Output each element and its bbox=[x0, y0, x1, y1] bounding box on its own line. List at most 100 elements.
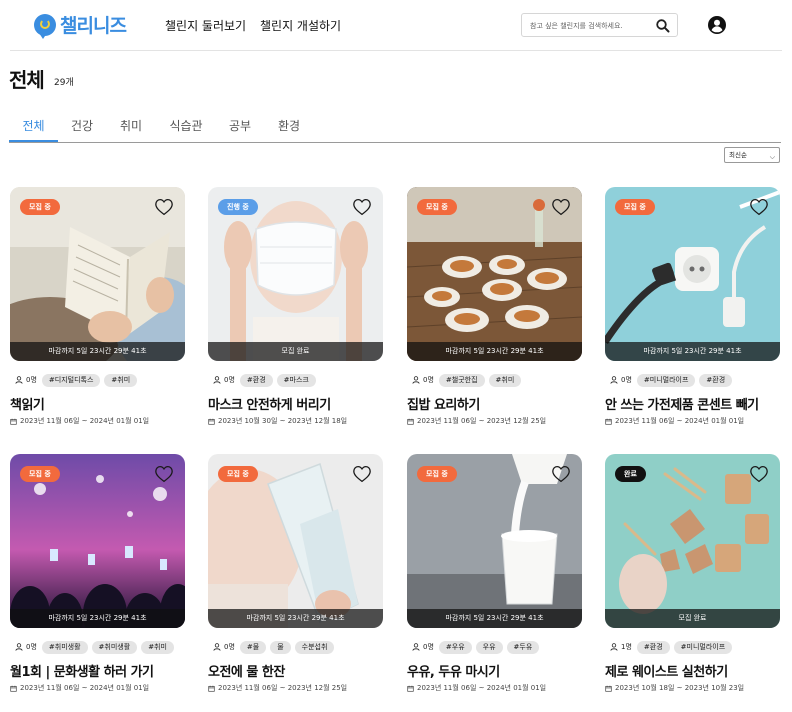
challenge-thumbnail[interactable]: 모집 중 마감까지 5일 23시간 29분 41초 bbox=[605, 187, 780, 361]
search-input[interactable] bbox=[530, 18, 648, 33]
status-badge: 모집 중 bbox=[20, 199, 60, 215]
challenge-period: 2023년 11월 06일 ~ 2024년 01월 01일 bbox=[10, 683, 149, 693]
status-badge: 진행 중 bbox=[218, 199, 258, 215]
hashtag-chip[interactable]: #두유 bbox=[506, 640, 540, 654]
hashtag-chip[interactable]: #취미 bbox=[488, 373, 522, 387]
like-button[interactable] bbox=[749, 465, 769, 483]
challenge-thumbnail[interactable]: 모집 중 마감까지 5일 23시간 29분 41초 bbox=[10, 454, 185, 628]
challenge-thumbnail[interactable]: 모집 중 마감까지 5일 23시간 29분 41초 bbox=[407, 454, 582, 628]
calendar-icon bbox=[407, 418, 414, 425]
hashtag-chip[interactable]: #미니멀라이프 bbox=[636, 373, 696, 387]
participant-count: 0명 bbox=[213, 375, 235, 385]
heart-icon[interactable] bbox=[352, 198, 372, 216]
challenge-period: 2023년 11월 06일 ~ 2023년 12월 25일 bbox=[208, 683, 347, 693]
challenge-title[interactable]: 월1회 | 문화생활 하러 가기 bbox=[10, 661, 154, 680]
participant-count: 0명 bbox=[15, 642, 37, 652]
challenge-title[interactable]: 책읽기 bbox=[10, 394, 45, 413]
challenge-title[interactable]: 제로 웨이스트 실천하기 bbox=[605, 661, 728, 680]
deadline-banner: 마감까지 5일 23시간 29분 41초 bbox=[407, 342, 582, 361]
like-button[interactable] bbox=[551, 198, 571, 216]
nav-browse-challenges[interactable]: 챌린지 둘러보기 bbox=[165, 17, 246, 34]
card-meta: 0명 #디지털디톡스 #취미 bbox=[10, 373, 141, 387]
participant-count: 0명 bbox=[213, 642, 235, 652]
heart-icon[interactable] bbox=[749, 198, 769, 216]
person-icon bbox=[610, 376, 618, 384]
heart-icon[interactable] bbox=[749, 465, 769, 483]
like-button[interactable] bbox=[154, 198, 174, 216]
calendar-icon bbox=[605, 685, 612, 692]
person-icon bbox=[412, 376, 420, 384]
like-button[interactable] bbox=[749, 198, 769, 216]
challenge-period-text: 2023년 11월 06일 ~ 2023년 12월 25일 bbox=[417, 417, 547, 425]
like-button[interactable] bbox=[352, 198, 372, 216]
heart-icon[interactable] bbox=[352, 465, 372, 483]
like-button[interactable] bbox=[154, 465, 174, 483]
hashtag-chip[interactable]: #환경 bbox=[239, 373, 273, 387]
challenge-thumbnail[interactable]: 모집 중 마감까지 5일 23시간 29분 41초 bbox=[407, 187, 582, 361]
participant-count: 0명 bbox=[412, 375, 434, 385]
participant-count-text: 0명 bbox=[423, 643, 434, 651]
hashtag-chip[interactable]: #디지털디톡스 bbox=[41, 373, 101, 387]
challenge-count: 29개 bbox=[54, 78, 74, 88]
tab-hobby[interactable]: 취미 bbox=[116, 118, 146, 142]
challenge-period-text: 2023년 10월 18일 ~ 2023년 10월 23일 bbox=[615, 684, 745, 692]
like-button[interactable] bbox=[551, 465, 571, 483]
hashtag-chip[interactable]: #챌굿한집 bbox=[438, 373, 485, 387]
challenge-thumbnail[interactable]: 진행 중 모집 완료 bbox=[208, 187, 383, 361]
hashtag-chip[interactable]: #마스크 bbox=[276, 373, 316, 387]
hashtag-chip[interactable]: 물 bbox=[270, 640, 291, 654]
challenge-thumbnail[interactable]: 완료 모집 완료 bbox=[605, 454, 780, 628]
logo[interactable]: 챌리니즈 bbox=[34, 11, 127, 39]
tab-study[interactable]: 공부 bbox=[225, 118, 255, 142]
tab-eating-habits[interactable]: 식습관 bbox=[166, 118, 206, 142]
challenge-period-text: 2023년 11월 06일 ~ 2024년 01월 01일 bbox=[615, 417, 745, 425]
hashtag-chip[interactable]: #환경 bbox=[636, 640, 670, 654]
challenge-title[interactable]: 오전에 물 한잔 bbox=[208, 661, 285, 680]
participant-count: 0명 bbox=[15, 375, 37, 385]
status-badge: 모집 중 bbox=[615, 199, 655, 215]
sort-select[interactable]: 최신순 ⌵ bbox=[724, 147, 780, 163]
calendar-icon bbox=[208, 418, 215, 425]
hashtag-chip[interactable]: #환경 bbox=[699, 373, 733, 387]
challenge-thumbnail[interactable]: 모집 중 마감까지 5일 23시간 29분 41초 bbox=[10, 187, 185, 361]
hashtag-chip[interactable]: #취미생활 bbox=[41, 640, 88, 654]
logo-icon bbox=[34, 13, 56, 39]
search-icon[interactable] bbox=[655, 18, 671, 34]
card-meta: 0명 #우유 우유 #두유 bbox=[407, 640, 543, 654]
challenge-period-text: 2023년 11월 06일 ~ 2024년 01월 01일 bbox=[20, 684, 150, 692]
challenge-title[interactable]: 마스크 안전하게 버리기 bbox=[208, 394, 331, 413]
logo-text: 챌리니즈 bbox=[60, 15, 127, 37]
heart-icon[interactable] bbox=[551, 198, 571, 216]
hashtag-chip[interactable]: #취미 bbox=[104, 373, 138, 387]
like-button[interactable] bbox=[352, 465, 372, 483]
tab-health[interactable]: 건강 bbox=[67, 118, 97, 142]
hashtag-chip[interactable]: #취미생활 bbox=[91, 640, 138, 654]
hashtag-chip[interactable]: 우유 bbox=[475, 640, 503, 654]
deadline-banner: 마감까지 5일 23시간 29분 41초 bbox=[407, 609, 582, 628]
hashtag-chip[interactable]: #취미 bbox=[141, 640, 174, 654]
challenge-title[interactable]: 우유, 두유 마시기 bbox=[407, 661, 500, 680]
heart-icon[interactable] bbox=[154, 465, 174, 483]
card-meta: 0명 #미니멀라이프 #환경 bbox=[605, 373, 736, 387]
challenge-thumbnail[interactable]: 모집 중 마감까지 5일 23시간 29분 41초 bbox=[208, 454, 383, 628]
hashtag-chip[interactable]: #우유 bbox=[438, 640, 472, 654]
heart-icon[interactable] bbox=[551, 465, 571, 483]
status-badge: 모집 중 bbox=[417, 199, 457, 215]
heart-icon[interactable] bbox=[154, 198, 174, 216]
participant-count: 1명 bbox=[610, 642, 632, 652]
card-meta: 0명 #물 물 수분섭취 bbox=[208, 640, 338, 654]
participant-count-text: 1명 bbox=[621, 643, 632, 651]
hashtag-chip[interactable]: 수분섭취 bbox=[294, 640, 335, 654]
deadline-banner: 모집 완료 bbox=[208, 342, 383, 361]
participant-count-text: 0명 bbox=[423, 376, 434, 384]
challenge-title[interactable]: 안 쓰는 가전제품 콘센트 빼기 bbox=[605, 394, 759, 413]
nav-create-challenge[interactable]: 챌린지 개설하기 bbox=[260, 17, 341, 34]
tab-all[interactable]: 전체 bbox=[9, 118, 58, 142]
hashtag-chip[interactable]: #미니멀라이프 bbox=[673, 640, 733, 654]
challenge-title[interactable]: 집밥 요리하기 bbox=[407, 394, 480, 413]
user-circle-icon[interactable] bbox=[708, 16, 726, 34]
deadline-banner: 마감까지 5일 23시간 29분 41초 bbox=[605, 342, 780, 361]
hashtag-chip[interactable]: #물 bbox=[239, 640, 267, 654]
tab-environment[interactable]: 환경 bbox=[274, 118, 304, 142]
deadline-banner: 마감까지 5일 23시간 29분 41초 bbox=[10, 342, 185, 361]
